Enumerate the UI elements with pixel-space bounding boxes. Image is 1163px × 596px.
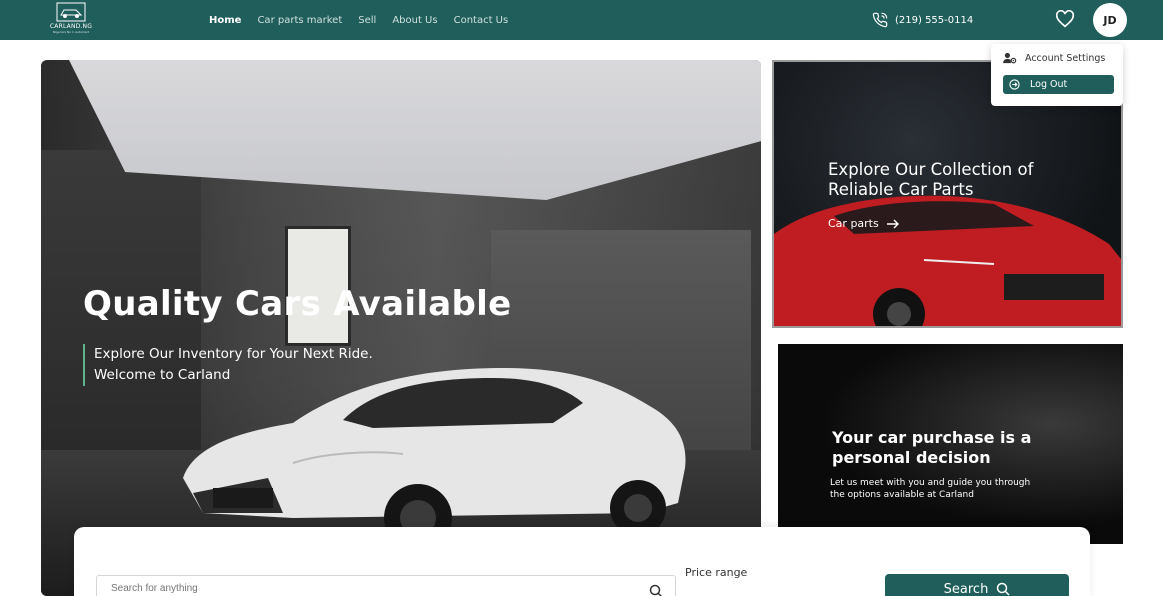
car-parts-title-line2: Reliable Car Parts [828, 180, 974, 199]
logout-label: Log Out [1030, 79, 1068, 90]
user-gear-icon [1003, 52, 1017, 64]
wishlist-button[interactable] [1055, 9, 1075, 32]
nav-contact-us[interactable]: Contact Us [454, 15, 509, 26]
purchase-desc-line2: the options available at Carland [830, 490, 974, 500]
main-nav: Home Car parts market Sell About Us Cont… [209, 0, 524, 40]
purchase-card: Your car purchase is a personal decision… [778, 344, 1123, 544]
search-panel: Price range Search [74, 527, 1090, 596]
logo[interactable]: CARLAND.NG Nigeria's No 1 Automart [48, 2, 94, 38]
search-icon[interactable] [649, 584, 663, 596]
car-parts-title: Explore Our Collection of Reliable Car P… [828, 160, 1033, 200]
arrow-right-icon [886, 219, 899, 228]
car-parts-link[interactable]: Car parts [828, 217, 899, 230]
phone-number: (219) 555-0114 [895, 14, 974, 26]
logo-car-icon [56, 2, 86, 22]
hero-subtitle-line2: Welcome to Carland [94, 367, 231, 383]
logout-icon [1009, 79, 1020, 90]
phone-icon [872, 12, 888, 28]
purchase-title-line1: Your car purchase is a [832, 428, 1032, 447]
hero-title: Quality Cars Available [83, 284, 512, 324]
search-button-label: Search [943, 581, 989, 596]
search-button-icon [997, 582, 1010, 596]
price-range-label: Price range [685, 566, 748, 579]
car-parts-link-label: Car parts [828, 217, 879, 230]
purchase-description: Let us meet with you and guide you throu… [830, 477, 1030, 501]
hero-subtitle-line1: Explore Our Inventory for Your Next Ride… [94, 346, 373, 362]
search-box[interactable] [96, 575, 676, 596]
purchase-title-line2: personal decision [832, 448, 991, 467]
account-settings-label: Account Settings [1025, 52, 1106, 64]
nav-home[interactable]: Home [209, 15, 241, 26]
purchase-title: Your car purchase is a personal decision [832, 428, 1031, 468]
account-settings-item[interactable]: Account Settings [1003, 52, 1105, 64]
nav-car-parts-market[interactable]: Car parts market [257, 15, 342, 26]
logout-button[interactable]: Log Out [1003, 75, 1114, 94]
top-navbar: CARLAND.NG Nigeria's No 1 Automart Home … [0, 0, 1163, 40]
purchase-desc-line1: Let us meet with you and guide you throu… [830, 478, 1031, 488]
nav-about-us[interactable]: About Us [392, 15, 437, 26]
logo-brand: CARLAND.NG [49, 23, 93, 30]
search-button[interactable]: Search [885, 574, 1069, 596]
account-dropdown: Account Settings Log Out [991, 44, 1123, 106]
car-parts-title-line1: Explore Our Collection of [828, 160, 1034, 179]
user-avatar[interactable]: JD [1093, 3, 1127, 37]
search-input[interactable] [111, 583, 631, 594]
nav-sell[interactable]: Sell [358, 15, 376, 26]
hero-banner: Quality Cars Available Explore Our Inven… [41, 60, 761, 596]
hero-subtitle: Explore Our Inventory for Your Next Ride… [83, 344, 373, 386]
phone-contact[interactable]: (219) 555-0114 [872, 10, 973, 30]
logo-tagline: Nigeria's No 1 Automart [52, 30, 90, 34]
heart-icon [1055, 9, 1075, 28]
